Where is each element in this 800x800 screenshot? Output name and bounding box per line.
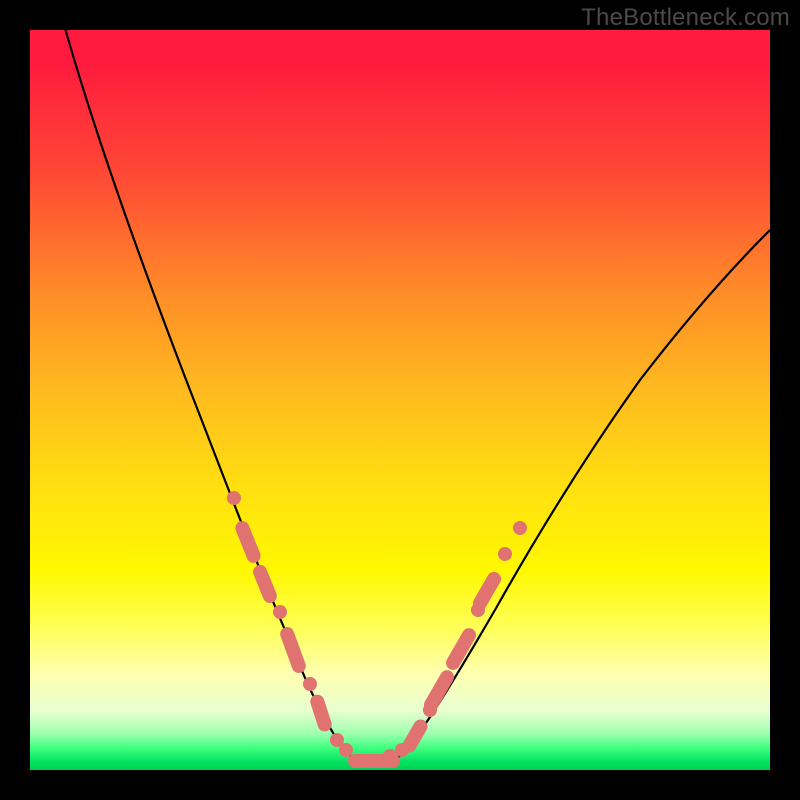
watermark-text: TheBottleneck.com [581, 4, 790, 32]
marker-pill [400, 717, 430, 755]
marker-dot [383, 749, 397, 763]
marker-dot [339, 743, 353, 757]
marker-group-bottom [330, 733, 409, 768]
marker-group-left [227, 491, 334, 733]
marker-pill [308, 693, 333, 733]
chart-container: TheBottleneck.com [0, 0, 800, 800]
marker-group-right [400, 521, 527, 755]
marker-pill [278, 625, 308, 675]
marker-pill [251, 563, 279, 605]
marker-pill [233, 519, 262, 565]
marker-dot [498, 547, 512, 561]
marker-dot [513, 521, 527, 535]
curve-path [60, 10, 770, 766]
marker-dot [273, 605, 287, 619]
marker-pill [421, 668, 456, 715]
marker-pill [470, 569, 503, 612]
marker-dot [303, 677, 317, 691]
marker-dot [227, 491, 241, 505]
bottleneck-curve [30, 30, 770, 770]
plot-area [30, 30, 770, 770]
